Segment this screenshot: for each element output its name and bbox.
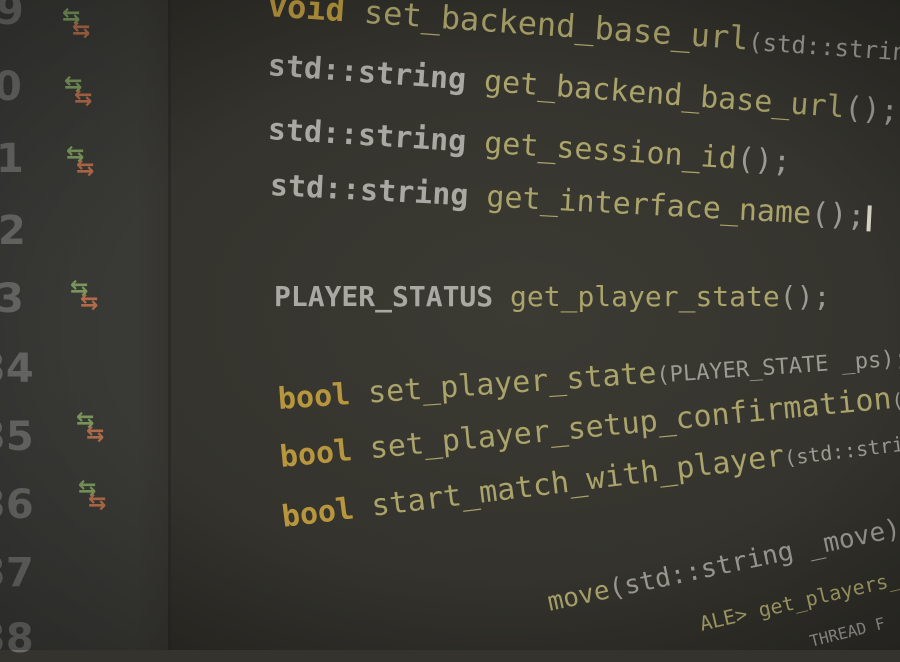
function-name: get_player_state xyxy=(510,280,780,313)
code-line: PLAYER_STATUS get_player_state(); xyxy=(274,280,830,313)
type-name: std::string xyxy=(269,168,470,214)
keyword: void xyxy=(266,0,347,30)
keyword: bool xyxy=(276,377,352,417)
parameters: (PLAYER_SE xyxy=(890,377,900,414)
parameters: (std::string _url); xyxy=(747,27,900,75)
code-line: std::string get_session_id(); xyxy=(267,112,792,180)
function-name: get_interface_name xyxy=(485,179,813,232)
parameters: (std::string _v xyxy=(782,424,900,471)
function-name: get_backend_base_url xyxy=(482,63,846,126)
keyword: bool xyxy=(279,491,356,535)
type-name: PLAYER_STATUS xyxy=(274,280,494,313)
function-name: move xyxy=(544,575,613,618)
parameters: (); xyxy=(779,280,831,313)
function-name: set_backend_base_url xyxy=(362,0,750,58)
keyword: bool xyxy=(278,433,354,475)
parameters: (); xyxy=(843,90,900,130)
type-name: std::string xyxy=(266,112,468,160)
code-area[interactable]: void set_backend_base_url(std::string _u… xyxy=(0,0,900,651)
function-name: set_player_state xyxy=(366,355,658,411)
parameters: (); xyxy=(735,141,792,180)
parameters: (); xyxy=(810,196,867,235)
code-line: THREAD F xyxy=(808,614,887,651)
text-cursor xyxy=(866,204,872,231)
type-name: std::string xyxy=(266,48,468,98)
function-name: get_session_id xyxy=(483,125,738,177)
code-editor: 9 0 1 2 3 34 35 36 37 38 ⇆⇆ ⇆⇆ ⇆⇆ ⇆⇆ ⇆⇆ … xyxy=(0,0,900,662)
code-text: THREAD F xyxy=(807,613,888,651)
parameters: (PLAYER_STATE _ps); xyxy=(655,346,900,389)
